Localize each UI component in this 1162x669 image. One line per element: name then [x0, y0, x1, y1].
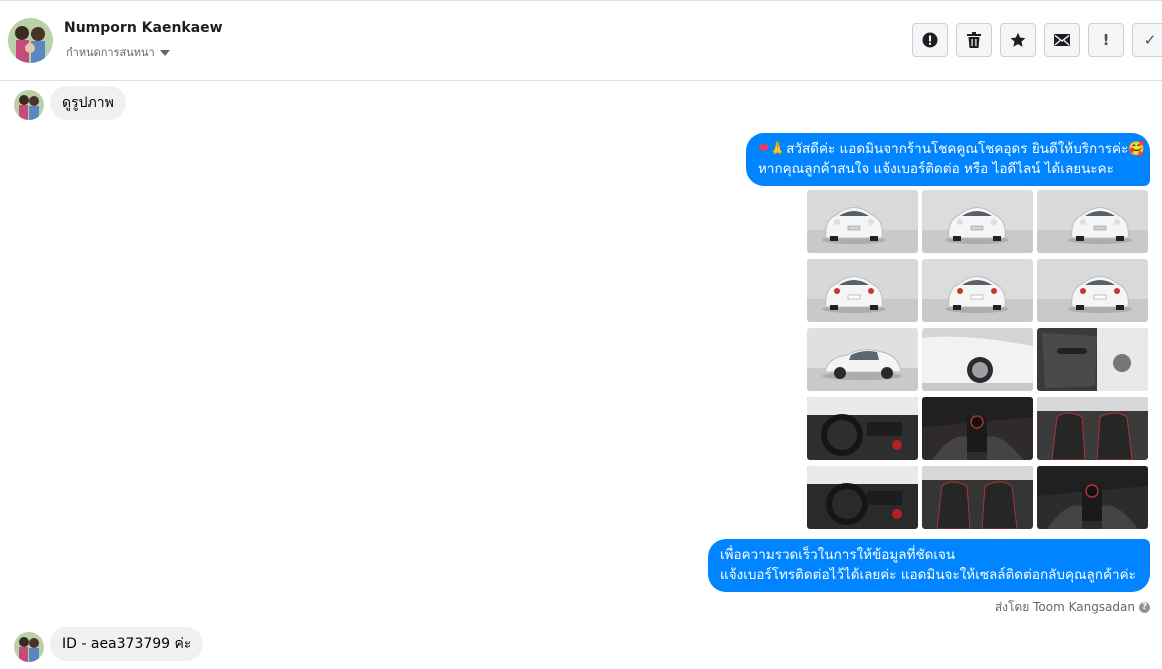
car-photo-thumbnail[interactable]	[807, 259, 918, 322]
car-photo-thumbnail[interactable]	[922, 466, 1033, 529]
trash-icon	[967, 32, 981, 48]
heart-icon: ❤	[758, 141, 770, 157]
exclamation-icon: !	[1102, 31, 1110, 49]
message-line: หากคุณลูกค้าสนใจ แจ้งเบอร์ติดต่อ หรือ ไอ…	[758, 161, 1114, 177]
car-photo-thumbnail[interactable]	[1037, 397, 1148, 460]
car-photo-thumbnail[interactable]	[1037, 259, 1148, 322]
outgoing-message[interactable]: เพื่อความรวดเร็วในการให้ข้อมูลที่ชัดเจน …	[708, 539, 1150, 592]
avatar[interactable]	[8, 18, 53, 63]
pray-icon: 🙏	[769, 141, 787, 157]
incoming-message[interactable]: ดูรูปภาพ	[50, 86, 126, 120]
mark-unread-button[interactable]	[1044, 23, 1080, 57]
help-icon[interactable]: ?	[1139, 602, 1150, 613]
car-photo-thumbnail[interactable]	[1037, 466, 1148, 529]
car-photo-thumbnail[interactable]	[922, 328, 1033, 391]
conversation-header: Numporn Kaenkaew กำหนดการสนทนา ! ✓	[0, 1, 1162, 81]
message-line: แจ้งเบอร์โทรติดต่อไว้ได้เลยค่ะ แอดมินจะใ…	[720, 567, 1136, 583]
spam-button[interactable]	[912, 23, 948, 57]
sender-avatar[interactable]	[14, 90, 44, 120]
incoming-message[interactable]: ID - aea373799 ค่ะ	[50, 627, 204, 661]
delete-button[interactable]	[956, 23, 992, 57]
car-photo-thumbnail[interactable]	[807, 190, 918, 253]
car-photo-thumbnail[interactable]	[1037, 190, 1148, 253]
conversation-settings-dropdown[interactable]: กำหนดการสนทนา	[66, 43, 170, 61]
sender-avatar[interactable]	[14, 632, 44, 662]
smiling-face-hearts-icon: 🥰	[1128, 141, 1146, 157]
done-button[interactable]: ✓	[1132, 23, 1162, 57]
car-photo-thumbnail[interactable]	[807, 328, 918, 391]
alert-circle-icon	[922, 32, 938, 48]
envelope-icon	[1054, 34, 1070, 46]
star-button[interactable]	[1000, 23, 1036, 57]
car-photo-thumbnail[interactable]	[922, 259, 1033, 322]
message-line: เพื่อความรวดเร็วในการให้ข้อมูลที่ชัดเจน	[720, 547, 956, 563]
caret-down-icon	[159, 50, 170, 56]
conversation-settings-label: กำหนดการสนทนา	[66, 46, 155, 59]
header-toolbar: ! ✓	[912, 23, 1162, 57]
photo-attachment-grid	[807, 190, 1148, 529]
sent-by-text: ส่งโดย Toom Kangsadan	[994, 600, 1135, 614]
important-button[interactable]: !	[1088, 23, 1124, 57]
message-line: ❤🙏สวัสดีค่ะ แอดมินจากร้านโชคคูณโชคอุดร ย…	[758, 139, 1145, 159]
check-icon: ✓	[1143, 31, 1157, 49]
car-photo-thumbnail[interactable]	[1037, 328, 1148, 391]
car-photo-thumbnail[interactable]	[807, 466, 918, 529]
star-icon	[1010, 32, 1026, 47]
car-photo-thumbnail[interactable]	[807, 397, 918, 460]
outgoing-message[interactable]: ❤🙏สวัสดีค่ะ แอดมินจากร้านโชคคูณโชคอุดร ย…	[746, 133, 1150, 186]
contact-name[interactable]: Numporn Kaenkaew	[64, 20, 223, 36]
car-photo-thumbnail[interactable]	[922, 190, 1033, 253]
sent-by-label: ส่งโดย Toom Kangsadan?	[995, 598, 1150, 617]
car-photo-thumbnail[interactable]	[922, 397, 1033, 460]
message-text: สวัสดีค่ะ แอดมินจากร้านโชคคูณโชคอุดร ยิน…	[786, 141, 1129, 157]
